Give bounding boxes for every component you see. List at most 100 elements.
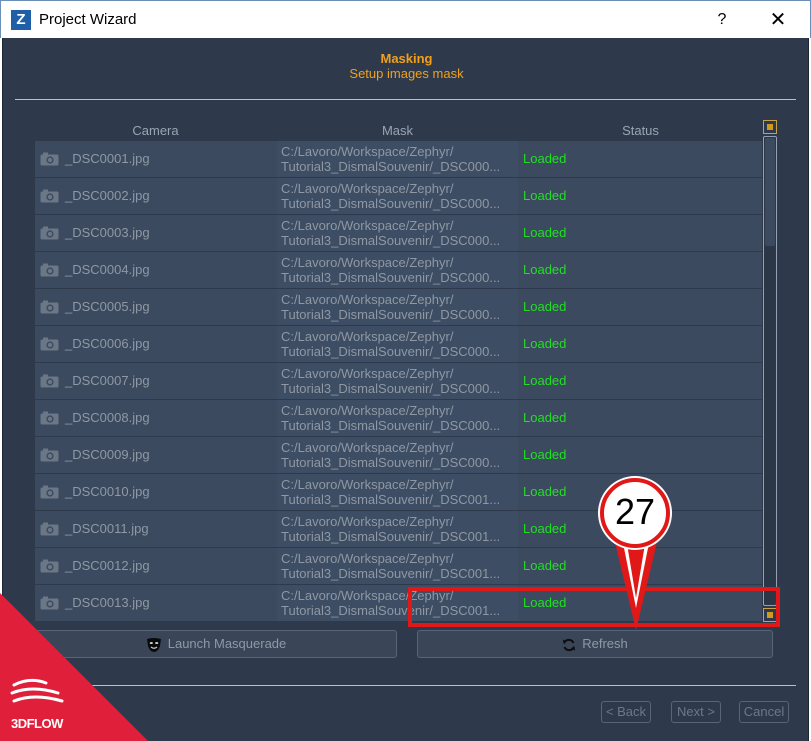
camera-icon (40, 485, 59, 499)
mask-cell[interactable]: C:/Lavoro/Workspace/Zephyr/Tutorial3_Dis… (277, 326, 518, 362)
mask-path-line1: C:/Lavoro/Workspace/Zephyr/ (281, 403, 454, 418)
table-row[interactable]: _DSC0009.jpg C:/Lavoro/Workspace/Zephyr/T… (35, 437, 762, 473)
camera-icon (40, 226, 59, 240)
camera-name: _DSC0008.jpg (65, 410, 150, 425)
camera-cell[interactable]: _DSC0010.jpg (35, 474, 276, 510)
camera-name: _DSC0011.jpg (65, 521, 149, 536)
mask-path-line1: C:/Lavoro/Workspace/Zephyr/ (281, 440, 454, 455)
mask-cell[interactable]: C:/Lavoro/Workspace/Zephyr/Tutorial3_Dis… (277, 252, 518, 288)
status-cell[interactable]: Loaded (519, 215, 762, 251)
camera-cell[interactable]: _DSC0009.jpg (35, 437, 276, 473)
refresh-label: Refresh (582, 636, 628, 651)
camera-cell[interactable]: _DSC0001.jpg (35, 141, 276, 177)
camera-cell[interactable]: _DSC0007.jpg (35, 363, 276, 399)
mask-path-line2: Tutorial3_DismalSouvenir/_DSC000... (281, 344, 501, 359)
scroll-up-button[interactable] (763, 120, 777, 134)
status-cell[interactable]: Loaded (519, 289, 762, 325)
camera-name: _DSC0005.jpg (65, 299, 150, 314)
table-row[interactable]: _DSC0005.jpg C:/Lavoro/Workspace/Zephyr/T… (35, 289, 762, 325)
camera-icon (40, 189, 59, 203)
mask-path-line2: Tutorial3_DismalSouvenir/_DSC000... (281, 196, 501, 211)
callout-pointer-icon (614, 538, 658, 630)
camera-cell[interactable]: _DSC0002.jpg (35, 178, 276, 214)
close-button[interactable]: ✕ (763, 7, 793, 33)
mask-path-line1: C:/Lavoro/Workspace/Zephyr/ (281, 144, 454, 159)
mask-cell[interactable]: C:/Lavoro/Workspace/Zephyr/Tutorial3_Dis… (277, 548, 518, 584)
status-cell[interactable]: Loaded (519, 400, 762, 436)
camera-icon (40, 374, 59, 388)
mask-cell[interactable]: C:/Lavoro/Workspace/Zephyr/Tutorial3_Dis… (277, 474, 518, 510)
mask-cell[interactable]: C:/Lavoro/Workspace/Zephyr/Tutorial3_Dis… (277, 400, 518, 436)
header-divider (15, 99, 796, 100)
mask-cell[interactable]: C:/Lavoro/Workspace/Zephyr/Tutorial3_Dis… (277, 437, 518, 473)
refresh-icon (563, 638, 576, 651)
table-row[interactable]: _DSC0003.jpg C:/Lavoro/Workspace/Zephyr/T… (35, 215, 762, 251)
mask-path-line2: Tutorial3_DismalSouvenir/_DSC000... (281, 418, 501, 433)
mask-path-line2: Tutorial3_DismalSouvenir/_DSC000... (281, 270, 501, 285)
mask-path-line2: Tutorial3_DismalSouvenir/_DSC000... (281, 159, 501, 174)
app-logo-icon: Z (11, 10, 31, 30)
mask-path-line2: Tutorial3_DismalSouvenir/_DSC000... (281, 233, 501, 248)
camera-icon (40, 411, 59, 425)
mask-path-line2: Tutorial3_DismalSouvenir/_DSC000... (281, 381, 501, 396)
mask-path-line2: Tutorial3_DismalSouvenir/_DSC001... (281, 566, 501, 581)
camera-icon (40, 559, 59, 573)
mask-cell[interactable]: C:/Lavoro/Workspace/Zephyr/Tutorial3_Dis… (277, 178, 518, 214)
next-button[interactable]: Next > (671, 701, 721, 723)
mask-cell[interactable]: C:/Lavoro/Workspace/Zephyr/Tutorial3_Dis… (277, 363, 518, 399)
status-cell[interactable]: Loaded (519, 141, 762, 177)
mask-path-line1: C:/Lavoro/Workspace/Zephyr/ (281, 255, 454, 270)
mask-path-line1: C:/Lavoro/Workspace/Zephyr/ (281, 514, 454, 529)
table-scrollbar[interactable] (762, 118, 778, 624)
mask-path-line1: C:/Lavoro/Workspace/Zephyr/ (281, 551, 454, 566)
camera-icon (40, 152, 59, 166)
title-bar: Z Project Wizard ? ✕ (0, 0, 811, 38)
theater-mask-icon (146, 637, 161, 652)
help-button[interactable]: ? (709, 7, 735, 33)
table-row[interactable]: _DSC0008.jpg C:/Lavoro/Workspace/Zephyr/T… (35, 400, 762, 436)
mask-path-line1: C:/Lavoro/Workspace/Zephyr/ (281, 329, 454, 344)
mask-cell[interactable]: C:/Lavoro/Workspace/Zephyr/Tutorial3_Dis… (277, 141, 518, 177)
mask-path-line1: C:/Lavoro/Workspace/Zephyr/ (281, 366, 454, 381)
status-cell[interactable]: Loaded (519, 178, 762, 214)
camera-cell[interactable]: _DSC0005.jpg (35, 289, 276, 325)
camera-cell[interactable]: _DSC0004.jpg (35, 252, 276, 288)
refresh-button[interactable]: Refresh (417, 630, 773, 658)
mask-path-line1: C:/Lavoro/Workspace/Zephyr/ (281, 218, 454, 233)
table-row[interactable]: _DSC0006.jpg C:/Lavoro/Workspace/Zephyr/T… (35, 326, 762, 362)
camera-cell[interactable]: _DSC0012.jpg (35, 548, 276, 584)
table-row[interactable]: _DSC0004.jpg C:/Lavoro/Workspace/Zephyr/T… (35, 252, 762, 288)
status-cell[interactable]: Loaded (519, 326, 762, 362)
refresh-highlight-frame (408, 587, 780, 627)
table-row[interactable]: _DSC0002.jpg C:/Lavoro/Workspace/Zephyr/T… (35, 178, 762, 214)
step-title: Masking (380, 51, 433, 66)
status-cell[interactable]: Loaded (519, 252, 762, 288)
camera-cell[interactable]: _DSC0011.jpg (35, 511, 276, 547)
camera-cell[interactable]: _DSC0003.jpg (35, 215, 276, 251)
scroll-thumb[interactable] (765, 138, 775, 246)
camera-cell[interactable]: _DSC0008.jpg (35, 400, 276, 436)
brand-name: 3DFLOW (11, 716, 63, 731)
column-header-mask[interactable]: Mask (277, 123, 518, 138)
camera-name: _DSC0002.jpg (65, 188, 150, 203)
camera-cell[interactable]: _DSC0006.jpg (35, 326, 276, 362)
mask-cell[interactable]: C:/Lavoro/Workspace/Zephyr/Tutorial3_Dis… (277, 215, 518, 251)
camera-name: _DSC0006.jpg (65, 336, 150, 351)
mask-path-line2: Tutorial3_DismalSouvenir/_DSC000... (281, 455, 501, 470)
scroll-track[interactable] (763, 136, 777, 606)
column-header-status[interactable]: Status (519, 123, 762, 138)
cancel-button[interactable]: Cancel (739, 701, 789, 723)
column-header-camera[interactable]: Camera (35, 123, 276, 138)
camera-icon (40, 263, 59, 277)
mask-path-line2: Tutorial3_DismalSouvenir/_DSC000... (281, 307, 501, 322)
status-cell[interactable]: Loaded (519, 363, 762, 399)
camera-icon (40, 522, 59, 536)
camera-name: _DSC0004.jpg (65, 262, 150, 277)
mask-cell[interactable]: C:/Lavoro/Workspace/Zephyr/Tutorial3_Dis… (277, 289, 518, 325)
step-badge: 27 (600, 478, 670, 548)
status-cell[interactable]: Loaded (519, 437, 762, 473)
table-row[interactable]: _DSC0001.jpg C:/Lavoro/Workspace/Zephyr/T… (35, 141, 762, 177)
table-row[interactable]: _DSC0007.jpg C:/Lavoro/Workspace/Zephyr/T… (35, 363, 762, 399)
mask-cell[interactable]: C:/Lavoro/Workspace/Zephyr/Tutorial3_Dis… (277, 511, 518, 547)
back-button[interactable]: < Back (601, 701, 651, 723)
